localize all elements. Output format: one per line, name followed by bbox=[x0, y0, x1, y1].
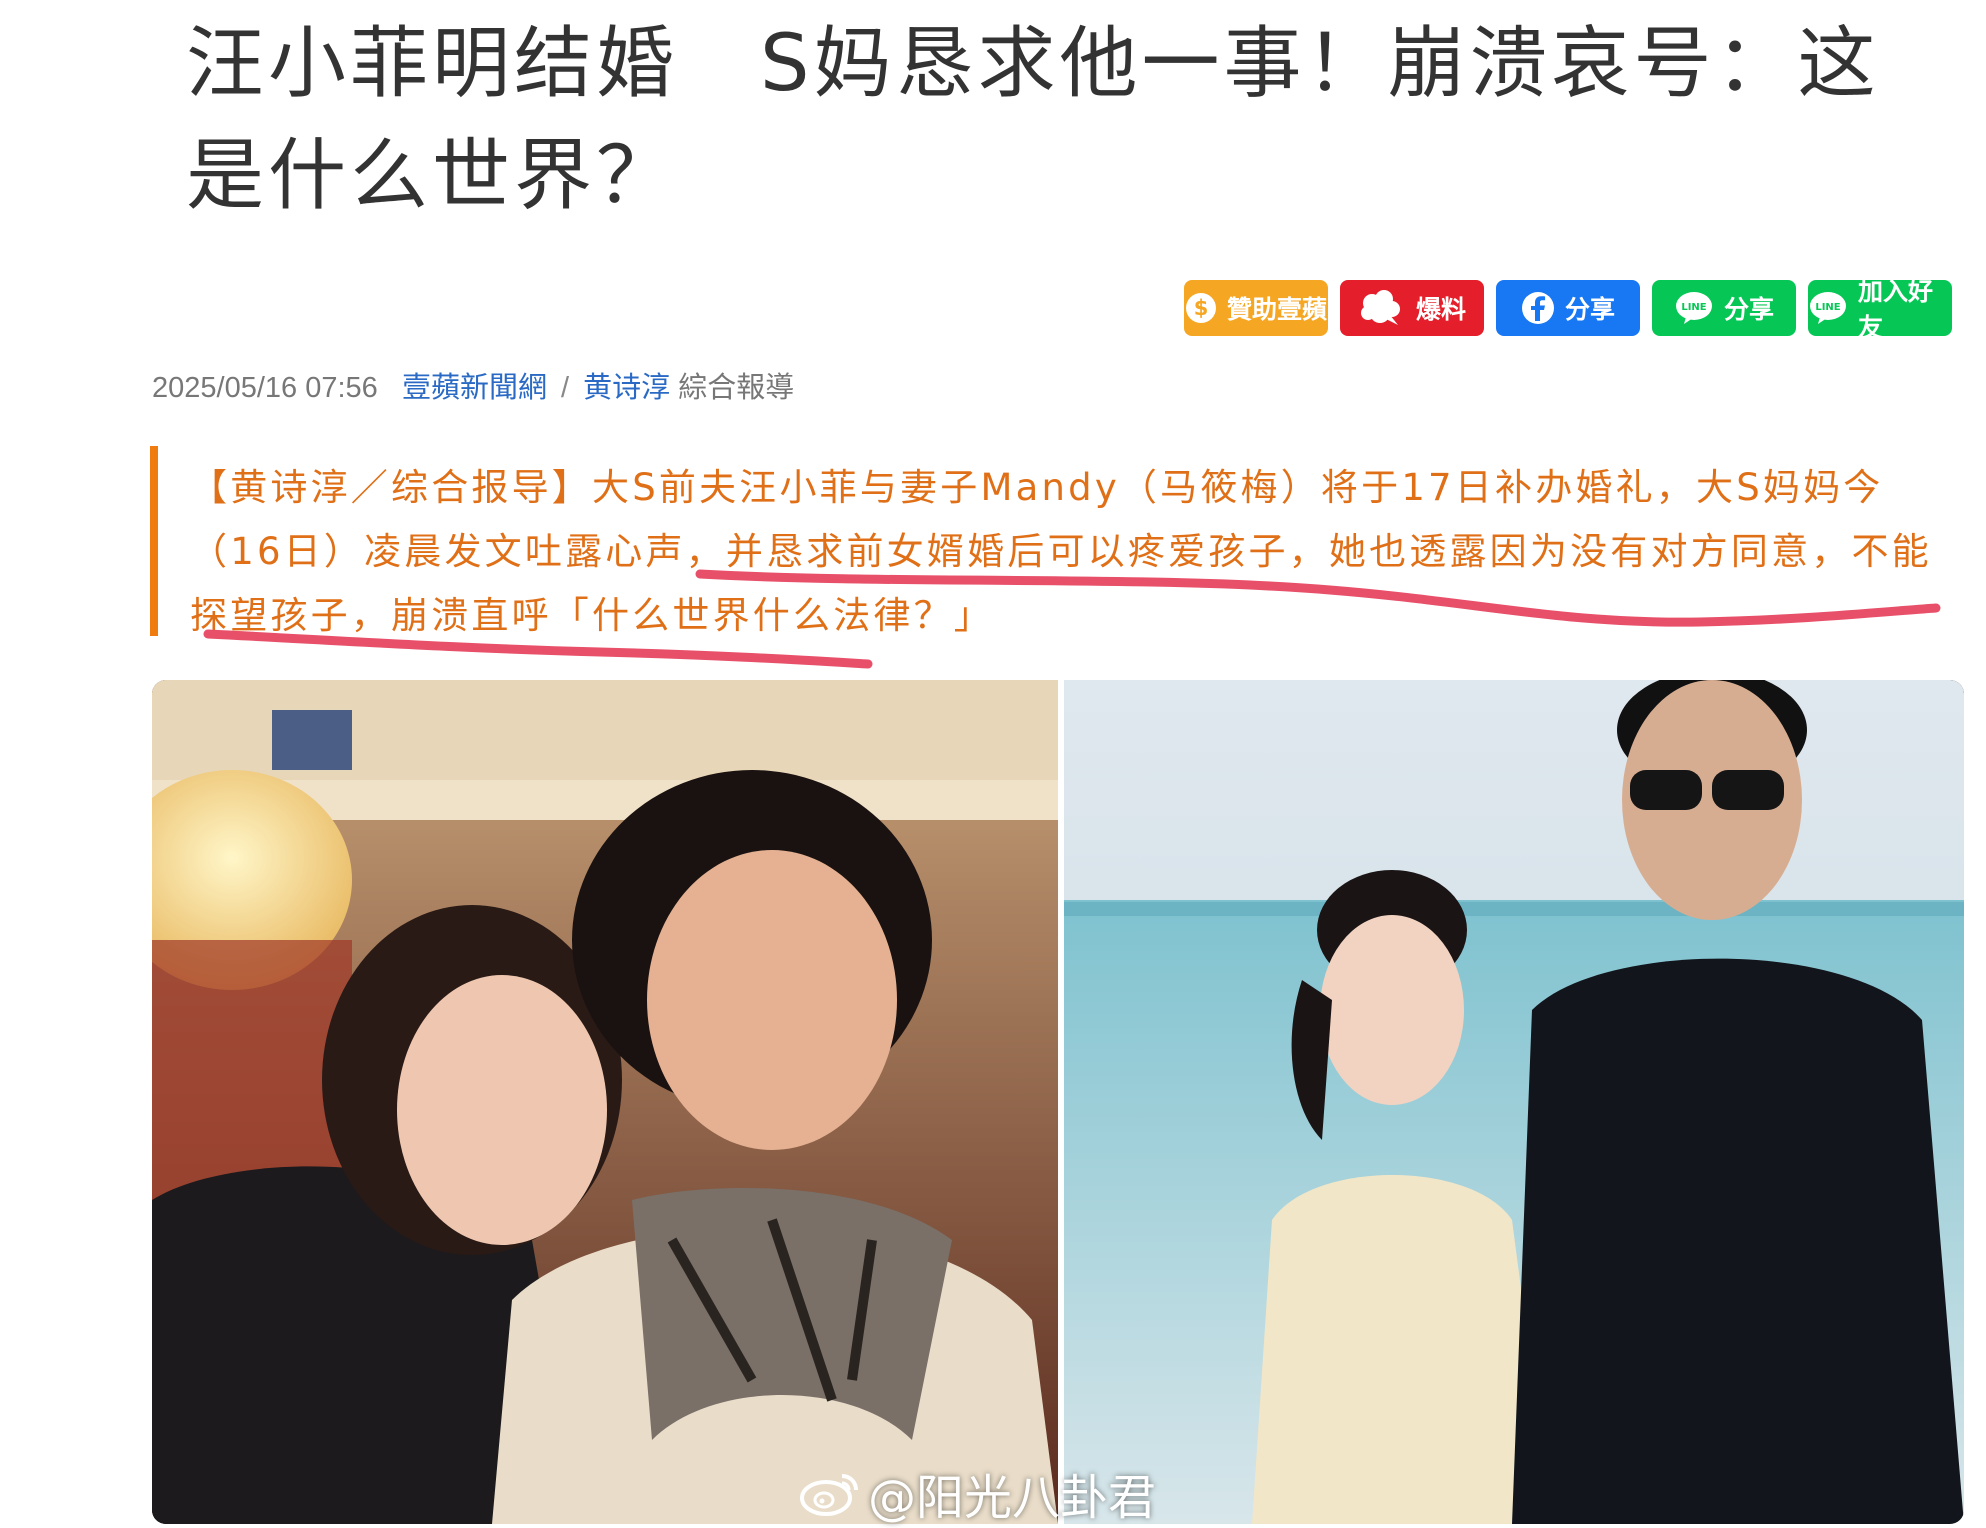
svg-text:LINE: LINE bbox=[1681, 302, 1706, 313]
photo-watermark: @阳光八卦君 bbox=[800, 1458, 1156, 1528]
sponsor-button[interactable]: $ 贊助壹蘋 bbox=[1184, 280, 1328, 336]
article-lead: 【黄诗淳／综合报导】大S前夫汪小菲与妻子Mandy（马筱梅）将于17日补办婚礼，… bbox=[150, 446, 1936, 637]
line-icon: LINE bbox=[1674, 290, 1714, 326]
share-toolbar: $ 贊助壹蘋 爆料 分享 LINE 分享 LINE 加入好友 bbox=[1184, 277, 1952, 342]
weibo-icon bbox=[800, 1468, 860, 1518]
svg-text:$: $ bbox=[1194, 296, 1209, 320]
line-add-friend-button[interactable]: LINE 加入好友 bbox=[1808, 277, 1952, 342]
dollar-coin-icon: $ bbox=[1185, 292, 1217, 324]
facebook-share-label: 分享 bbox=[1564, 295, 1615, 324]
publish-datetime: 2025/05/16 07:56 bbox=[152, 372, 378, 404]
facebook-share-button[interactable]: 分享 bbox=[1496, 280, 1640, 336]
sponsor-label: 贊助壹蘋 bbox=[1226, 295, 1327, 324]
photo-illustration bbox=[152, 680, 1964, 1524]
lead-text: 【黄诗淳／综合报导】大S前夫汪小菲与妻子Mandy（马筱梅）将于17日补办婚礼，… bbox=[190, 466, 1932, 637]
line-share-button[interactable]: LINE 分享 bbox=[1652, 280, 1796, 336]
line-add-friend-label: 加入好友 bbox=[1858, 277, 1934, 342]
article-title: 汪小菲明结婚 S妈恳求他一事！崩溃哀号：这是什么世界？ bbox=[186, 19, 1880, 221]
svg-text:LINE: LINE bbox=[1815, 302, 1840, 313]
line-share-label: 分享 bbox=[1723, 295, 1774, 324]
watermark-text: @阳光八卦君 bbox=[868, 1470, 1157, 1526]
article-photo bbox=[152, 680, 1964, 1524]
line-icon: LINE bbox=[1808, 290, 1848, 326]
flower-blast-icon bbox=[1358, 289, 1406, 327]
author-link[interactable]: 黄诗淳 bbox=[583, 372, 670, 404]
source-link[interactable]: 壹蘋新聞網 bbox=[402, 372, 547, 404]
meta-separator: / bbox=[561, 372, 570, 404]
article-meta: 2025/05/16 07:56 壹蘋新聞網 / 黄诗淳 綜合報導 bbox=[152, 364, 794, 406]
report-type: 綜合報導 bbox=[678, 372, 795, 404]
tip-label: 爆料 bbox=[1415, 295, 1466, 324]
facebook-icon bbox=[1521, 291, 1555, 325]
tip-button[interactable]: 爆料 bbox=[1340, 280, 1484, 336]
